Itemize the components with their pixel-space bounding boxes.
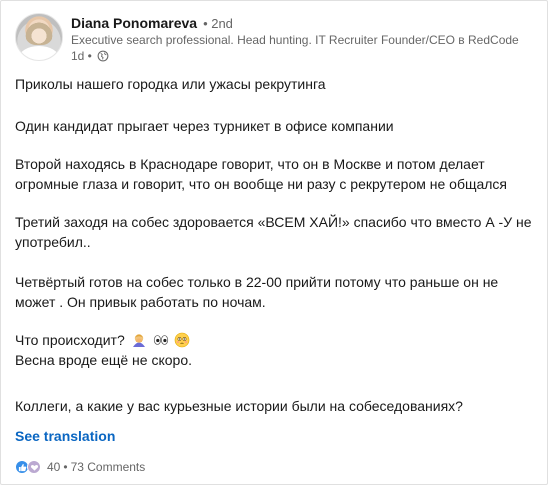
heart-hand-icon <box>30 464 38 471</box>
question-text: Что происходит? <box>15 332 125 348</box>
post-paragraph-7: Коллеги, а какие у вас курьезные истории… <box>15 398 463 414</box>
social-counts: 40 • 73 Comments <box>15 460 145 474</box>
post-paragraph-4: Третий заходя на собес здоровается «ВСЕМ… <box>15 214 532 250</box>
feed-post-card: Diana Ponomareva • 2nd Executive search … <box>0 0 548 485</box>
post-time-row: 1d • <box>71 49 519 63</box>
post-paragraph-6-line-1: Что происходит? <box>15 330 535 350</box>
reaction-count[interactable]: 40 <box>47 460 60 474</box>
separator: • <box>63 460 68 474</box>
avatar-shoulders <box>19 46 59 60</box>
post-paragraph-3: Второй находясь в Краснодаре говорит, чт… <box>15 156 508 192</box>
connection-degree: • 2nd <box>203 16 233 31</box>
post-paragraph-6: Что происходит? Весна вроде ещё не скоро… <box>15 330 535 370</box>
post-header: Diana Ponomareva • 2nd Executive search … <box>15 13 519 63</box>
post-paragraph-1: Приколы нашего городка или ужасы рекрути… <box>15 76 326 92</box>
facepalm-emoji <box>132 334 145 347</box>
author-headline: Executive search professional. Head hunt… <box>71 33 519 47</box>
post-paragraph-6-line-2: Весна вроде ещё не скоро. <box>15 352 192 368</box>
support-reaction-icon[interactable] <box>27 460 41 474</box>
author-avatar[interactable] <box>15 13 63 61</box>
post-time: 1d • <box>71 49 92 63</box>
globe-icon <box>97 50 109 62</box>
see-translation-link[interactable]: See translation <box>15 428 115 444</box>
author-meta: Diana Ponomareva • 2nd Executive search … <box>71 13 519 63</box>
post-paragraph-2: Один кандидат прыгает через турникет в о… <box>15 118 394 134</box>
thumbs-up-icon <box>18 463 26 471</box>
eyes-emoji <box>153 335 168 345</box>
author-name-row: Diana Ponomareva • 2nd <box>71 15 519 31</box>
post-paragraph-5: Четвёртый готов на собес только в 22-00 … <box>15 274 499 310</box>
author-name[interactable]: Diana Ponomareva <box>71 15 197 31</box>
comments-count[interactable]: 73 Comments <box>71 460 146 474</box>
avatar-face <box>25 19 53 45</box>
flushed-face-emoji <box>175 332 190 348</box>
